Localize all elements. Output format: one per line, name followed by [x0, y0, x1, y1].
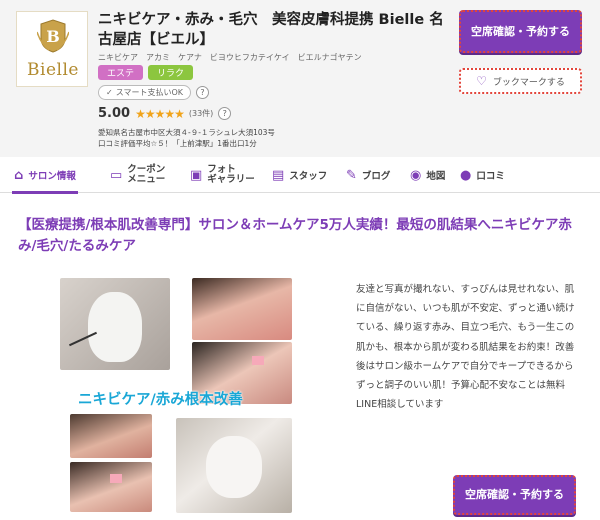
rating-score: 5.00 [98, 106, 131, 121]
access-info: 口コミ評価平均☆５！「上前津駅」1番出口1分 [98, 139, 257, 148]
salon-name: ニキビケア・赤み・毛穴 美容皮膚科提携 Bielle 名古屋店【ビエル】 [98, 12, 444, 48]
reserve-button[interactable]: 空席確認・予約する [459, 10, 582, 53]
before-photo [70, 462, 152, 512]
before-photo [70, 414, 152, 458]
rating-help-icon[interactable]: ? [218, 107, 232, 120]
salon-header: B Bielle ニキビケア・赤み・毛穴 美容皮膚科提携 Bielle 名古屋店… [0, 0, 600, 157]
salon-image[interactable]: ニキビケア/赤み根本改善 [60, 278, 292, 513]
rating-stars-icon: ★★★★★ [135, 106, 185, 121]
tab-label: 地図 [426, 171, 446, 182]
rating: 5.00 ★★★★★ (33件) ? [98, 106, 232, 121]
logo-text: Bielle [27, 60, 79, 80]
tab-map[interactable]: ◉ 地図 [410, 157, 445, 193]
tab-blog[interactable]: ✎ ブログ [346, 157, 390, 193]
pen-icon: ✎ [346, 167, 357, 183]
map-pin-icon: ◉ [410, 167, 422, 183]
address-block: 愛知県名古屋市中区大須４-９-１ラシュレ大須103号 口コミ評価平均☆５！「上前… [98, 127, 275, 149]
staff-icon: ▤ [272, 167, 285, 183]
tag-rira: リラク [148, 65, 194, 80]
tab-label: 口コミ [476, 171, 505, 182]
before-photo [192, 278, 292, 340]
tab-staff[interactable]: ▤ スタッフ [272, 157, 327, 193]
chat-icon: ● [460, 167, 472, 183]
facial-treatment-photo [176, 418, 292, 513]
heart-icon: ♡ [476, 74, 487, 88]
tag-este: エステ [98, 65, 144, 80]
tab-salon-info[interactable]: ⌂ サロン情報 [12, 157, 78, 194]
tab-label: クーポン メニュー [127, 164, 166, 185]
bookmark-button[interactable]: ♡ ブックマークする [459, 68, 582, 94]
review-count[interactable]: (33件) [189, 108, 213, 119]
smartpay-badge: ✓ スマート支払いOK [98, 84, 192, 100]
tab-label: フォト ギャラリー [207, 164, 255, 185]
salon-kana: ニキビケア アカミ ケアナ ビヨウヒフカテイケイ ビエルナゴヤテン [98, 53, 362, 62]
bookmark-label: ブックマークする [492, 77, 565, 88]
reserve-button-bottom[interactable]: 空席確認・予約する [453, 475, 576, 515]
address: 愛知県名古屋市中区大須４-９-１ラシュレ大須103号 [98, 128, 275, 137]
check-icon: ✓ [106, 87, 113, 97]
photo-icon: ▣ [190, 167, 203, 183]
mask-treatment-photo [60, 278, 170, 370]
salon-nav: ⌂ サロン情報 ▭ クーポン メニュー ▣ フォト ギャラリー ▤ スタッフ ✎ ブ… [0, 157, 600, 194]
catch-copy: 【医療提携/根本肌改善専門】サロン＆ホームケア5万人実績！最短の肌結果へニキビケ… [18, 217, 572, 254]
tab-label: サロン情報 [28, 171, 76, 182]
salon-logo[interactable]: B Bielle [16, 11, 88, 87]
crest-icon: B [37, 19, 69, 53]
tab-photo-gallery[interactable]: ▣ フォト ギャラリー [190, 157, 255, 193]
genre-tags: エステ リラク [98, 65, 194, 80]
smartpay-label: スマート支払いOK [115, 87, 184, 97]
ticket-icon: ▭ [110, 167, 123, 183]
tab-reviews[interactable]: ● 口コミ [460, 157, 505, 193]
home-icon: ⌂ [14, 167, 24, 183]
smart-payment: ✓ スマート支払いOK ? [98, 84, 210, 100]
image-caption: ニキビケア/赤み根本改善 [78, 392, 243, 408]
help-icon[interactable]: ? [196, 85, 210, 99]
salon-description: 友達と写真が撮れない、すっぴんは見せれない、肌に自信がない、いつも肌が不安定、ず… [356, 284, 575, 411]
tab-coupon-menu[interactable]: ▭ クーポン メニュー [110, 157, 165, 193]
tab-label: スタッフ [289, 171, 328, 182]
tab-label: ブログ [361, 171, 391, 182]
svg-text:B: B [46, 27, 60, 46]
